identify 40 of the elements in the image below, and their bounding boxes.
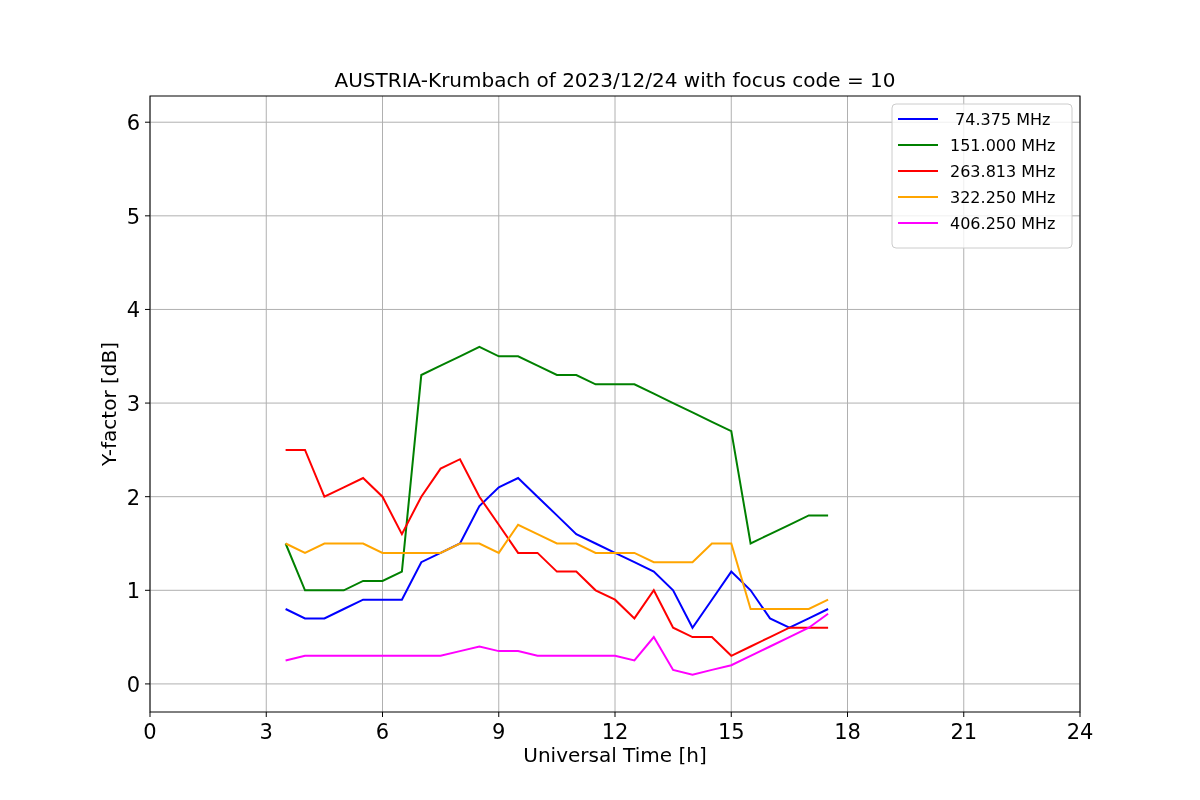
- tick-label: 21: [950, 720, 978, 744]
- chart-title: AUSTRIA-Krumbach of 2023/12/24 with focus code = 10: [334, 68, 896, 92]
- legend-label: 406.250 MHz: [950, 214, 1056, 233]
- tick-mark: [963, 711, 965, 718]
- legend-label: 263.813 MHz: [950, 162, 1056, 181]
- axis-label: Y-factor [dB]: [97, 342, 121, 466]
- tick-label: 0: [143, 720, 157, 744]
- tick-label: 0: [126, 672, 140, 697]
- tick-mark: [382, 711, 383, 718]
- tick-mark: [847, 711, 848, 718]
- tick-mark: [144, 402, 151, 404]
- axis-label: Universal Time [h]: [523, 743, 707, 767]
- legend-label: 74.375 MHz: [955, 110, 1051, 129]
- legend-label: 322.250 MHz: [950, 188, 1056, 207]
- tick-mark: [265, 711, 267, 718]
- tick-label: 3: [259, 720, 273, 744]
- tick-mark: [730, 711, 732, 718]
- tick-label: 6: [126, 111, 140, 136]
- tick-label: 24: [1066, 720, 1094, 744]
- tick-mark: [144, 496, 151, 498]
- tick-mark: [614, 711, 616, 718]
- tick-label: 3: [126, 392, 140, 417]
- tick-mark: [144, 589, 151, 591]
- tick-label: 9: [492, 720, 506, 744]
- tick-label: 12: [601, 720, 629, 744]
- tick-mark: [144, 308, 151, 310]
- tick-label: 4: [126, 298, 140, 323]
- tick-label: 1: [126, 579, 140, 604]
- tick-mark: [149, 711, 151, 718]
- tick-mark: [144, 121, 151, 123]
- tick-mark: [498, 711, 500, 718]
- tick-label: 6: [375, 720, 390, 744]
- tick-label: 5: [126, 204, 140, 229]
- tick-label: 18: [834, 720, 861, 744]
- tick-label: 15: [717, 720, 745, 744]
- tick-mark: [1079, 711, 1081, 718]
- tick-mark: [144, 215, 151, 217]
- legend-label: 151.000 MHz: [950, 136, 1056, 155]
- tick-mark: [144, 683, 151, 685]
- tick-label: 2: [126, 485, 140, 510]
